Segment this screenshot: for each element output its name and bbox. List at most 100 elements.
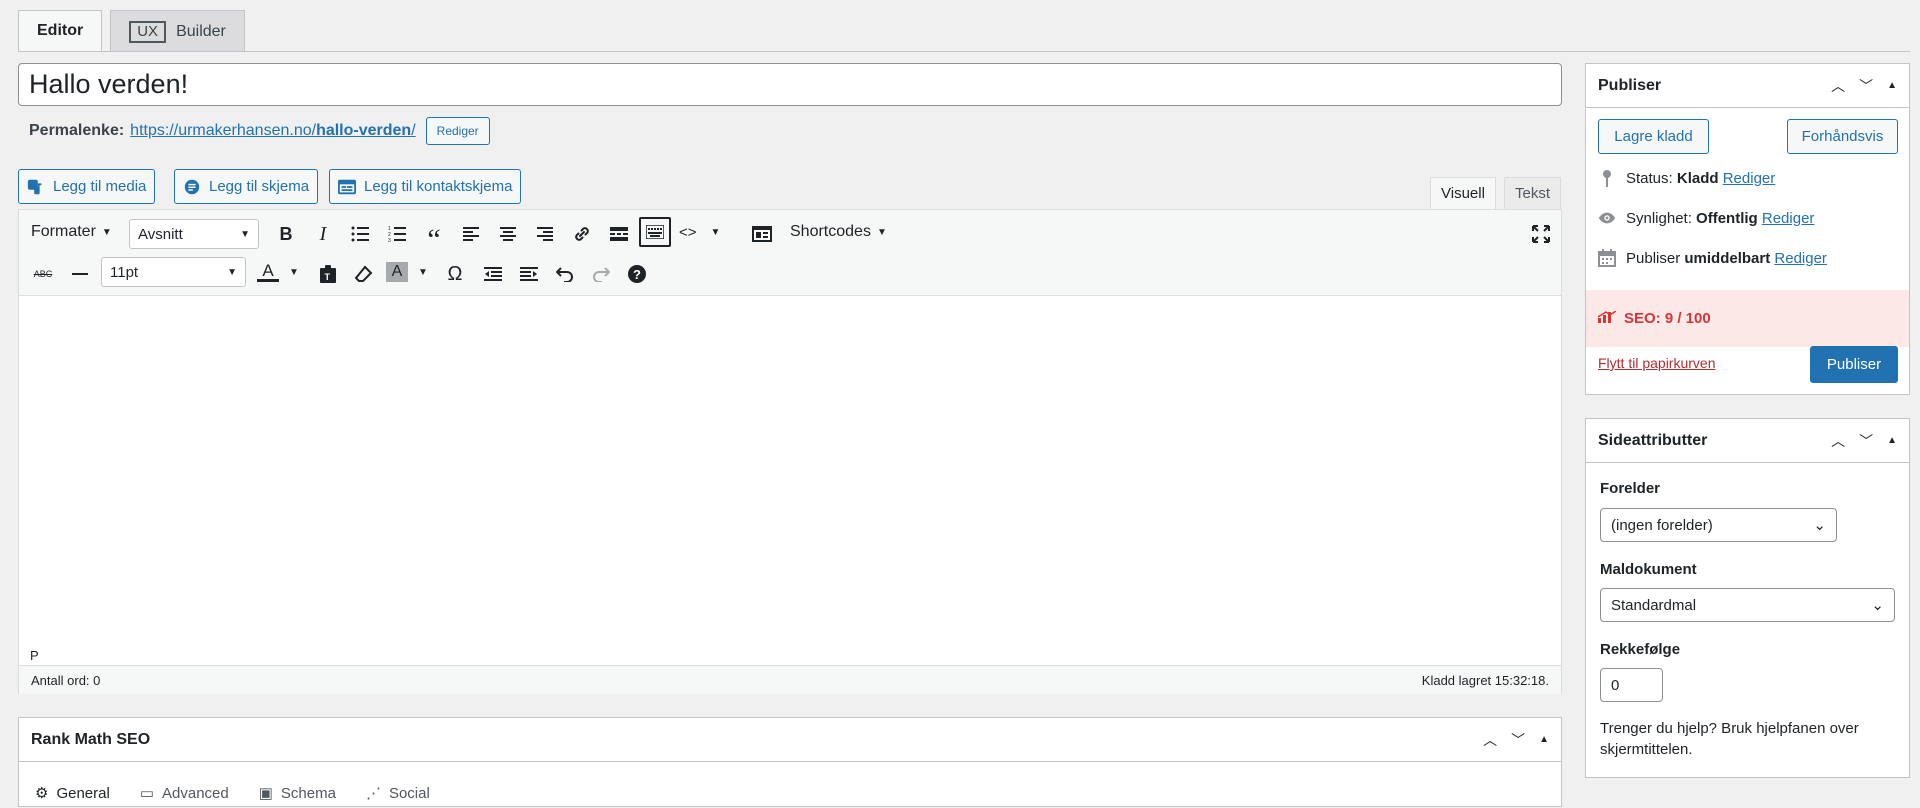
- collapse-icon[interactable]: ▲: [1539, 734, 1549, 745]
- text-color-swatch: [257, 278, 279, 282]
- tab-builder-label: Builder: [176, 22, 226, 40]
- align-right-icon[interactable]: [530, 219, 560, 249]
- align-left-glyph: [463, 227, 479, 241]
- rm-tab-social[interactable]: ⋰ Social: [366, 778, 430, 808]
- background-color-icon: A: [386, 262, 408, 282]
- status-value: Kladd: [1676, 169, 1719, 187]
- special-character-icon[interactable]: Ω: [441, 259, 469, 289]
- numbered-list-icon[interactable]: 123: [382, 219, 412, 249]
- form-icon: [184, 179, 200, 194]
- permalink-link[interactable]: https://urmakerhansen.no/hallo-verden/: [130, 122, 415, 140]
- help-glyph: ?: [628, 265, 646, 283]
- schedule-value: umiddelbart: [1684, 249, 1771, 267]
- shortcodes-label: Shortcodes: [790, 223, 871, 240]
- tab-text[interactable]: Tekst: [1504, 177, 1562, 210]
- tabs-divider: [18, 51, 1910, 52]
- horizontal-line-icon[interactable]: [66, 259, 94, 289]
- move-up-icon[interactable]: ︿: [1483, 730, 1497, 750]
- rm-tab-label: Social: [388, 784, 430, 802]
- preview-button[interactable]: Forhåndsvis: [1787, 119, 1898, 154]
- collapse-icon[interactable]: ▲: [1887, 80, 1897, 91]
- status-row: Status: Kladd Rediger: [1598, 169, 1775, 187]
- move-up-icon[interactable]: ︿: [1831, 76, 1845, 96]
- add-contact-form-button[interactable]: Legg til kontaktskjema: [329, 169, 522, 204]
- bullet-list-icon[interactable]: [345, 219, 375, 249]
- move-to-trash-link[interactable]: Flytt til papirkurven: [1598, 355, 1715, 371]
- chevron-down-icon: ⌄: [1871, 597, 1884, 614]
- permalink-edit-button[interactable]: Rediger: [425, 117, 490, 145]
- insert-template-icon[interactable]: [747, 219, 777, 249]
- formats-dropdown[interactable]: Formater ▼: [31, 217, 112, 247]
- eraser-glyph: [355, 265, 373, 282]
- rm-tab-general[interactable]: ⚙ General: [35, 778, 110, 808]
- edit-visibility-link[interactable]: Rediger: [1762, 210, 1815, 227]
- clipboard-glyph: T: [320, 265, 336, 283]
- move-down-icon[interactable]: ﹀: [1859, 76, 1873, 96]
- tab-ux-builder[interactable]: UX Builder: [110, 10, 245, 52]
- bold-icon[interactable]: B: [271, 219, 301, 249]
- outdent-icon[interactable]: [479, 259, 507, 289]
- template-select[interactable]: Standardmal ⌄: [1600, 588, 1895, 622]
- order-input[interactable]: 0: [1600, 668, 1663, 702]
- move-down-icon[interactable]: ﹀: [1511, 730, 1525, 750]
- order-value: 0: [1611, 676, 1620, 694]
- expand-glyph: [1532, 225, 1550, 243]
- tab-visual[interactable]: Visuell: [1430, 177, 1496, 210]
- align-center-icon[interactable]: [493, 219, 523, 249]
- indent-icon[interactable]: [515, 259, 543, 289]
- edit-schedule-link[interactable]: Rediger: [1774, 250, 1827, 267]
- parent-select[interactable]: (ingen forelder) ⌄: [1600, 508, 1837, 542]
- clear-formatting-icon[interactable]: [350, 259, 378, 289]
- move-down-icon[interactable]: ﹀: [1859, 431, 1873, 451]
- paragraph-select[interactable]: Avsnitt ▼: [129, 219, 259, 249]
- background-color-dropdown[interactable]: A ▼: [386, 257, 428, 287]
- toolbar-row-1: Formater ▼ Avsnitt ▼ B I 123 “ <> ▼ Shor…: [19, 212, 1561, 256]
- fullscreen-icon[interactable]: [1527, 219, 1555, 249]
- svg-text:T: T: [325, 272, 331, 282]
- read-more-glyph: [610, 227, 628, 241]
- editor-content-area[interactable]: [19, 296, 1561, 646]
- publish-button[interactable]: Publiser: [1810, 346, 1898, 383]
- chevron-down-icon: ▼: [418, 266, 428, 278]
- align-right-glyph: [537, 227, 553, 241]
- read-more-icon[interactable]: [604, 219, 634, 249]
- rm-tab-schema[interactable]: ▣ Schema: [259, 778, 336, 808]
- eye-icon: [1598, 209, 1616, 227]
- numbered-list-glyph: 123: [388, 226, 406, 242]
- collapse-icon[interactable]: ▲: [1887, 435, 1897, 446]
- rm-tab-advanced[interactable]: ▭ Advanced: [140, 778, 229, 808]
- shortcodes-dropdown[interactable]: Shortcodes ▼: [790, 217, 887, 247]
- italic-icon[interactable]: I: [308, 219, 338, 249]
- rank-math-icon: [1597, 310, 1617, 327]
- align-left-icon[interactable]: [456, 219, 486, 249]
- strikethrough-icon[interactable]: ABC: [29, 259, 57, 289]
- toolbar-toggle-icon[interactable]: [639, 217, 671, 247]
- edit-status-link[interactable]: Rediger: [1723, 170, 1776, 187]
- code-dropdown[interactable]: <> ▼: [679, 217, 720, 247]
- blockquote-icon[interactable]: “: [419, 219, 449, 256]
- add-media-button[interactable]: Legg til media: [18, 169, 156, 204]
- tab-visual-label: Visuell: [1441, 185, 1485, 202]
- save-draft-button[interactable]: Lagre kladd: [1598, 119, 1709, 154]
- schedule-label: Publiser: [1626, 249, 1681, 267]
- post-title-input[interactable]: Hallo verden!: [18, 63, 1562, 106]
- chevron-down-icon: ▼: [240, 228, 250, 240]
- box-controls: ︿ ﹀ ▲: [1483, 730, 1549, 750]
- link-icon[interactable]: [567, 219, 597, 249]
- formats-label: Formater: [31, 223, 96, 240]
- element-path-value[interactable]: P: [30, 648, 39, 663]
- move-up-icon[interactable]: ︿: [1831, 431, 1845, 451]
- redo-icon[interactable]: [587, 259, 615, 289]
- help-icon[interactable]: ?: [623, 259, 651, 289]
- add-form-button[interactable]: Legg til skjema: [174, 169, 319, 204]
- text-color-icon: A: [257, 262, 279, 282]
- word-count: Antall ord: 0: [31, 672, 101, 688]
- keyboard-glyph: [646, 225, 664, 239]
- seo-score[interactable]: SEO: 9 / 100: [1624, 310, 1711, 327]
- redo-glyph: [593, 267, 610, 282]
- undo-icon[interactable]: [551, 259, 579, 289]
- tab-editor[interactable]: Editor: [18, 10, 103, 52]
- text-color-dropdown[interactable]: A ▼: [257, 257, 299, 287]
- paste-as-text-icon[interactable]: T: [314, 259, 342, 289]
- font-size-select[interactable]: 11pt ▼: [101, 257, 246, 287]
